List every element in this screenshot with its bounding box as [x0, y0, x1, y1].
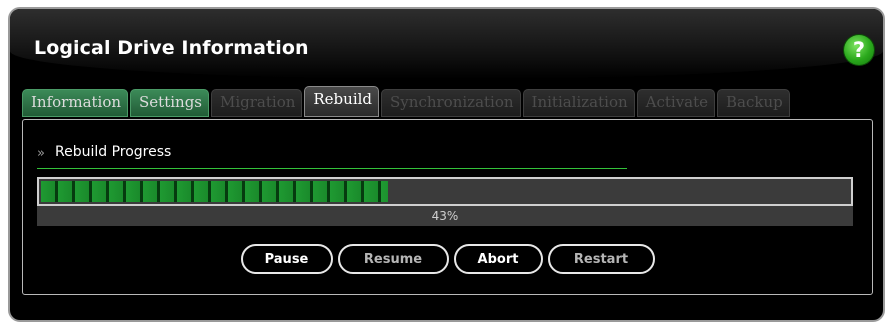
logical-drive-panel: Logical Drive Information ? Information …	[8, 7, 885, 322]
section-header[interactable]: » Rebuild Progress	[37, 142, 627, 169]
resume-button[interactable]: Resume	[337, 244, 449, 274]
help-icon[interactable]: ?	[844, 35, 874, 65]
tab-activate: Activate	[636, 89, 716, 117]
tab-settings[interactable]: Settings	[130, 89, 209, 117]
tab-rebuild[interactable]: Rebuild	[304, 86, 380, 117]
progress-percent-label: 43%	[37, 206, 853, 226]
tab-bar: Information Settings Migration Rebuild S…	[22, 86, 790, 119]
progress-fill	[41, 181, 388, 202]
restart-button[interactable]: Restart	[547, 244, 655, 274]
abort-button[interactable]: Abort	[453, 244, 543, 274]
section-title: Rebuild Progress	[55, 144, 172, 160]
action-buttons: Pause Resume Abort Restart	[23, 244, 872, 274]
double-chevron-down-icon[interactable]: »	[37, 146, 45, 161]
tab-synchronization: Synchronization	[381, 89, 521, 117]
tab-initialization: Initialization	[522, 89, 635, 117]
tab-backup: Backup	[717, 89, 790, 117]
panel-title: Logical Drive Information	[34, 37, 309, 59]
pause-button[interactable]: Pause	[240, 244, 333, 274]
rebuild-content: » Rebuild Progress 43% Pause Resume Abor…	[22, 119, 873, 295]
tab-information[interactable]: Information	[22, 89, 129, 117]
rebuild-progress-bar	[37, 177, 853, 206]
tab-migration: Migration	[211, 89, 303, 117]
